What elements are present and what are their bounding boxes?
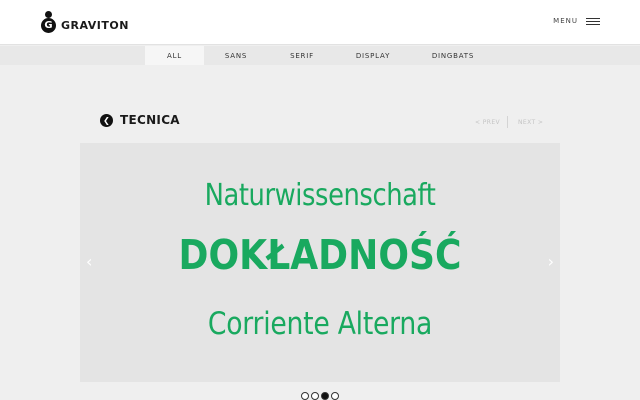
logo-icon: G <box>41 11 56 33</box>
brand-name: GRAVITON <box>61 18 129 32</box>
filter-tab-display[interactable]: DISPLAY <box>345 46 401 65</box>
specimen-line-1: Naturwissenschaft <box>204 178 436 213</box>
specimen-line-2: DOKŁADNOŚĆ <box>178 231 462 279</box>
font-title-row: ❮ TECNICA <box>100 113 180 127</box>
top-bar: G GRAVITON MENU <box>0 0 640 45</box>
pagination-dot[interactable] <box>321 392 329 400</box>
hamburger-icon <box>586 17 600 25</box>
chevron-left-icon[interactable]: ❮ <box>100 113 113 127</box>
pagination-dot[interactable] <box>301 392 309 400</box>
pagination-dot[interactable] <box>331 392 339 400</box>
filter-tab-serif[interactable]: SERIF <box>278 46 326 65</box>
slide-pagination <box>301 392 339 400</box>
menu-label: MENU <box>553 17 578 25</box>
specimen-slide: Naturwissenschaft DOKŁADNOŚĆ Corriente A… <box>80 143 560 382</box>
nav-divider <box>507 116 508 128</box>
category-filter-bar: ALL SANS SERIF DISPLAY DINGBATS <box>0 46 640 65</box>
specimen-line-3: Corriente Alterna <box>207 306 433 342</box>
slide-prev-arrow-icon[interactable]: ‹ <box>86 253 92 271</box>
slide-next-arrow-icon[interactable]: › <box>548 253 554 271</box>
filter-tab-sans[interactable]: SANS <box>211 46 261 65</box>
filter-tab-dingbats[interactable]: DINGBATS <box>425 46 481 65</box>
prev-link[interactable]: < PREV <box>475 119 500 126</box>
next-link[interactable]: NEXT > <box>518 119 543 126</box>
font-title: TECNICA <box>120 113 180 127</box>
menu-button[interactable]: MENU <box>553 17 600 25</box>
pagination-dot[interactable] <box>311 392 319 400</box>
filter-tab-all[interactable]: ALL <box>145 46 204 65</box>
logo[interactable]: G GRAVITON <box>41 11 129 33</box>
